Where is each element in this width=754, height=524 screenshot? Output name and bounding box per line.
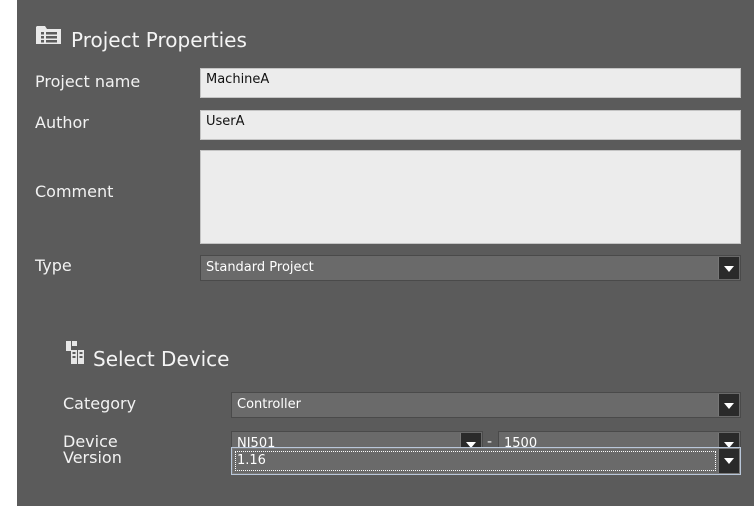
- author-label: Author: [35, 113, 89, 132]
- project-properties-title: Project Properties: [71, 28, 247, 52]
- project-properties-icon: [35, 22, 63, 46]
- focus-indicator: [235, 451, 716, 471]
- comment-label: Comment: [35, 182, 114, 201]
- type-dropdown-value: Standard Project: [206, 260, 314, 275]
- version-dropdown-value: 1.16: [237, 453, 266, 468]
- category-dropdown-arrow-icon[interactable]: [718, 394, 739, 416]
- type-label: Type: [35, 256, 72, 275]
- category-dropdown-value: Controller: [237, 397, 301, 412]
- version-label: Version: [63, 448, 122, 467]
- type-dropdown-arrow-icon[interactable]: [718, 257, 739, 279]
- project-properties-panel: Project Properties Project name MachineA…: [17, 0, 754, 506]
- select-device-title: Select Device: [93, 347, 230, 371]
- project-name-field[interactable]: MachineA: [200, 68, 741, 98]
- device-rack-icon: [65, 340, 89, 366]
- version-dropdown[interactable]: 1.16: [231, 447, 741, 475]
- comment-field[interactable]: [200, 150, 741, 244]
- author-field[interactable]: UserA: [200, 110, 741, 140]
- type-dropdown[interactable]: Standard Project: [200, 255, 741, 281]
- category-label: Category: [63, 394, 137, 413]
- version-dropdown-arrow-icon[interactable]: [718, 449, 739, 473]
- category-dropdown[interactable]: Controller: [231, 392, 741, 418]
- project-name-label: Project name: [35, 72, 141, 91]
